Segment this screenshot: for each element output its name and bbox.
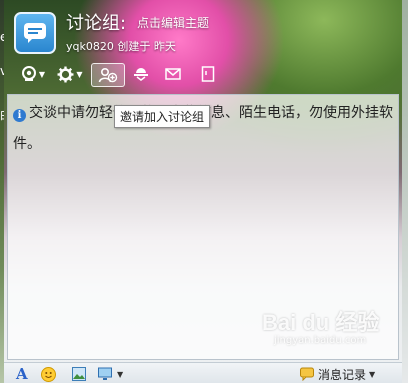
desktop-background-right bbox=[402, 0, 408, 383]
mail-icon bbox=[165, 68, 181, 80]
tooltip: 邀请加入讨论组 bbox=[114, 105, 211, 128]
share-screen-button[interactable] bbox=[130, 62, 152, 86]
image-button[interactable] bbox=[72, 366, 86, 382]
group-avatar[interactable] bbox=[14, 12, 56, 54]
video-call-button[interactable]: ▼ bbox=[18, 62, 48, 86]
chat-history-icon bbox=[300, 367, 314, 381]
screenshot-button[interactable]: ▼ bbox=[98, 366, 123, 382]
watermark-url: jingyan.baidu.com bbox=[274, 335, 367, 346]
invite-member-button[interactable] bbox=[91, 63, 125, 87]
chevron-down-icon[interactable]: ▼ bbox=[369, 370, 375, 379]
chevron-down-icon[interactable]: ▼ bbox=[117, 370, 123, 379]
video-call-icon bbox=[21, 66, 36, 81]
mail-button[interactable] bbox=[162, 62, 184, 86]
watermark-brand: Bai du 经验 bbox=[262, 310, 380, 335]
font-button[interactable]: A bbox=[16, 365, 28, 383]
creator-info: yqk0820 创建于 昨天 bbox=[66, 40, 176, 53]
document-icon bbox=[201, 66, 215, 82]
font-icon: A bbox=[16, 365, 28, 383]
chevron-down-icon[interactable]: ▼ bbox=[39, 70, 45, 79]
screenshot-icon bbox=[98, 367, 112, 380]
watermark: Bai du 经验 jingyan.baidu.com bbox=[262, 305, 380, 346]
settings-button[interactable]: ▼ bbox=[55, 62, 85, 86]
input-toolbar: A ▼ 消息记录 ▼ bbox=[4, 362, 402, 383]
chevron-down-icon[interactable]: ▼ bbox=[76, 70, 82, 79]
info-icon: i bbox=[13, 109, 26, 122]
chat-window: 讨论组: 点击编辑主题 yqk0820 创建于 昨天 ▼ ▼ i 交谈中请勿轻信… bbox=[4, 0, 402, 383]
invite-member-icon bbox=[98, 67, 118, 83]
chat-bubble-icon bbox=[24, 23, 46, 43]
message-history-button[interactable]: 消息记录 ▼ bbox=[300, 366, 375, 382]
share-screen-icon bbox=[134, 68, 148, 81]
image-icon bbox=[72, 367, 86, 381]
edit-subject-link[interactable]: 点击编辑主题 bbox=[137, 14, 209, 31]
message-history-label: 消息记录 bbox=[318, 367, 367, 382]
window-title: 讨论组: bbox=[66, 13, 127, 34]
emoji-button[interactable] bbox=[41, 366, 56, 382]
gear-icon bbox=[57, 66, 74, 82]
smiley-icon bbox=[41, 366, 56, 382]
document-button[interactable] bbox=[197, 62, 219, 86]
